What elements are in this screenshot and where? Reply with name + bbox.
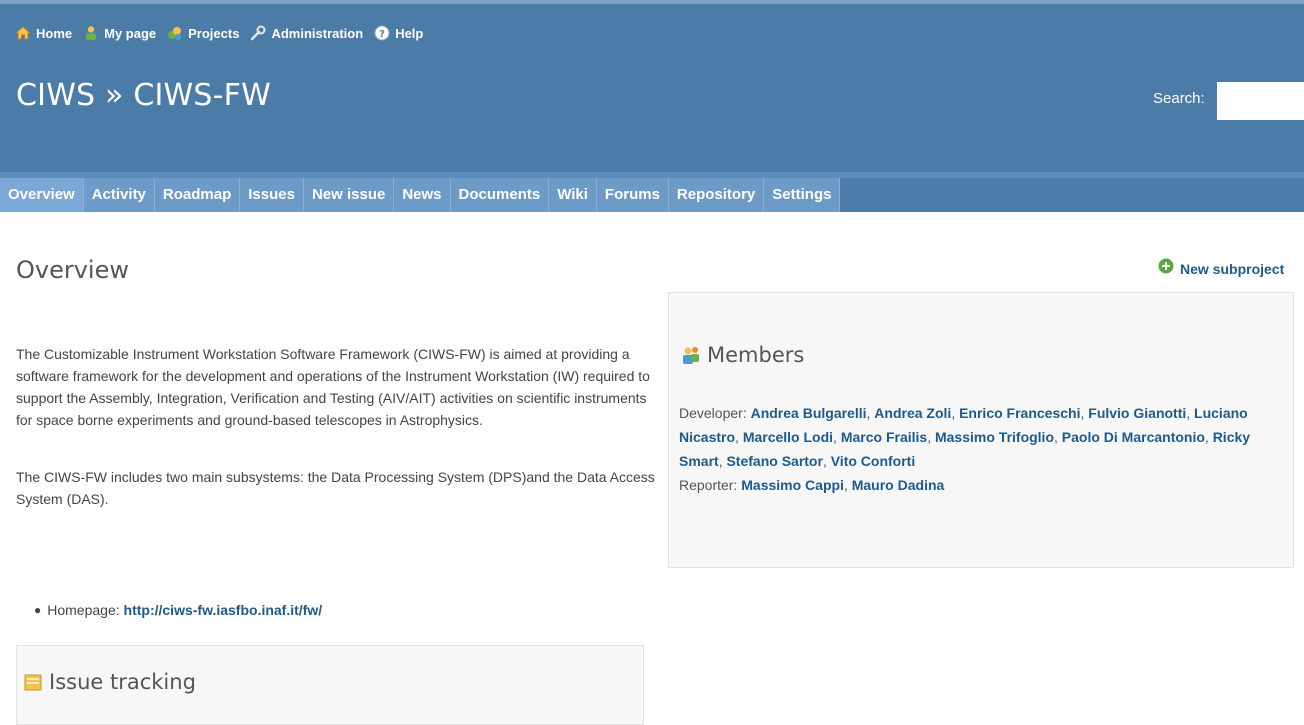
issue-tracking-heading: Issue tracking (23, 670, 196, 694)
top-menu-my-page-label: My page (104, 25, 157, 41)
tab-overview[interactable]: Overview (0, 178, 84, 212)
help-icon: ? (373, 24, 391, 42)
project-title: CIWS » CIWS-FW (16, 78, 271, 113)
developer-label: Developer: (679, 405, 747, 421)
new-subproject-link[interactable]: New subproject (1158, 258, 1284, 279)
member-link[interactable]: Fulvio Gianotti (1088, 405, 1186, 421)
search-input[interactable] (1217, 82, 1304, 120)
tab-new-issue[interactable]: New issue (303, 178, 395, 212)
top-menu-home-label: Home (36, 25, 73, 41)
members-icon (681, 345, 701, 365)
members-title: Members (707, 343, 805, 367)
tab-repository[interactable]: Repository (668, 178, 765, 212)
wrench-icon (249, 24, 267, 42)
reporter-label: Reporter: (679, 477, 738, 493)
top-menu-administration[interactable]: Administration (249, 24, 363, 42)
project-header: CIWS » CIWS-FW Search: (0, 62, 1304, 172)
member-link[interactable]: Massimo Trifoglio (935, 429, 1054, 445)
main-menu-tabs: Overview Activity Roadmap Issues New iss… (0, 172, 1304, 212)
member-link[interactable]: Andrea Bulgarelli (751, 405, 867, 421)
homepage-link[interactable]: http://ciws-fw.iasfbo.inaf.it/fw/ (124, 602, 323, 618)
tab-forums[interactable]: Forums (596, 178, 669, 212)
member-link[interactable]: Marcello Lodi (743, 429, 833, 445)
projects-icon (166, 24, 184, 42)
svg-text:?: ? (379, 29, 385, 40)
homepage-item: ● Homepage: http://ciws-fw.iasfbo.inaf.i… (34, 602, 322, 618)
issue-tracking-title: Issue tracking (49, 670, 196, 694)
search-label: Search: (1153, 90, 1205, 107)
top-menu-projects[interactable]: Projects (166, 24, 239, 42)
member-link[interactable]: Paolo Di Marcantonio (1062, 429, 1205, 445)
members-box: Members Developer: Andrea Bulgarelli, An… (668, 292, 1294, 568)
member-link[interactable]: Stefano Sartor (726, 453, 822, 469)
top-menu-my-page[interactable]: My page (82, 24, 156, 42)
project-description: The Customizable Instrument Workstation … (16, 346, 650, 428)
member-link[interactable]: Vito Conforti (831, 453, 916, 469)
top-menu-projects-label: Projects (188, 25, 240, 41)
top-menu-help-label: Help (395, 25, 424, 41)
top-menu: Home My page Projects Administration ? H… (0, 0, 1304, 62)
tab-documents[interactable]: Documents (450, 178, 550, 212)
home-icon (14, 24, 32, 42)
members-heading: Members (681, 343, 804, 367)
member-link[interactable]: Enrico Franceschi (959, 405, 1080, 421)
top-menu-home[interactable]: Home (14, 24, 72, 42)
bullet-icon: ● (34, 603, 42, 617)
tab-wiki[interactable]: Wiki (549, 178, 597, 212)
member-link[interactable]: Mauro Dadina (852, 477, 945, 493)
add-icon (1158, 258, 1174, 279)
tab-roadmap[interactable]: Roadmap (154, 178, 241, 212)
page-title: Overview (16, 256, 129, 284)
member-link[interactable]: Marco Frailis (841, 429, 927, 445)
user-icon (82, 24, 100, 42)
issue-tracking-icon (23, 672, 43, 692)
top-menu-items: Home My page Projects Administration ? H… (14, 24, 433, 42)
tab-activity[interactable]: Activity (83, 178, 155, 212)
tab-news[interactable]: News (394, 178, 451, 212)
member-link[interactable]: Andrea Zoli (874, 405, 951, 421)
members-list: Developer: Andrea Bulgarelli, Andrea Zol… (679, 405, 1251, 493)
top-menu-help[interactable]: ? Help (373, 24, 423, 42)
member-link[interactable]: Massimo Cappi (741, 477, 844, 493)
tab-settings[interactable]: Settings (764, 178, 841, 212)
issue-tracking-box: Issue tracking (16, 645, 644, 725)
tab-issues[interactable]: Issues (240, 178, 304, 212)
homepage-label: Homepage: (47, 602, 120, 618)
project-subsystems-description: The CIWS-FW includes two main subsystems… (16, 469, 655, 507)
top-menu-administration-label: Administration (271, 25, 364, 41)
new-subproject-label: New subproject (1180, 260, 1285, 277)
